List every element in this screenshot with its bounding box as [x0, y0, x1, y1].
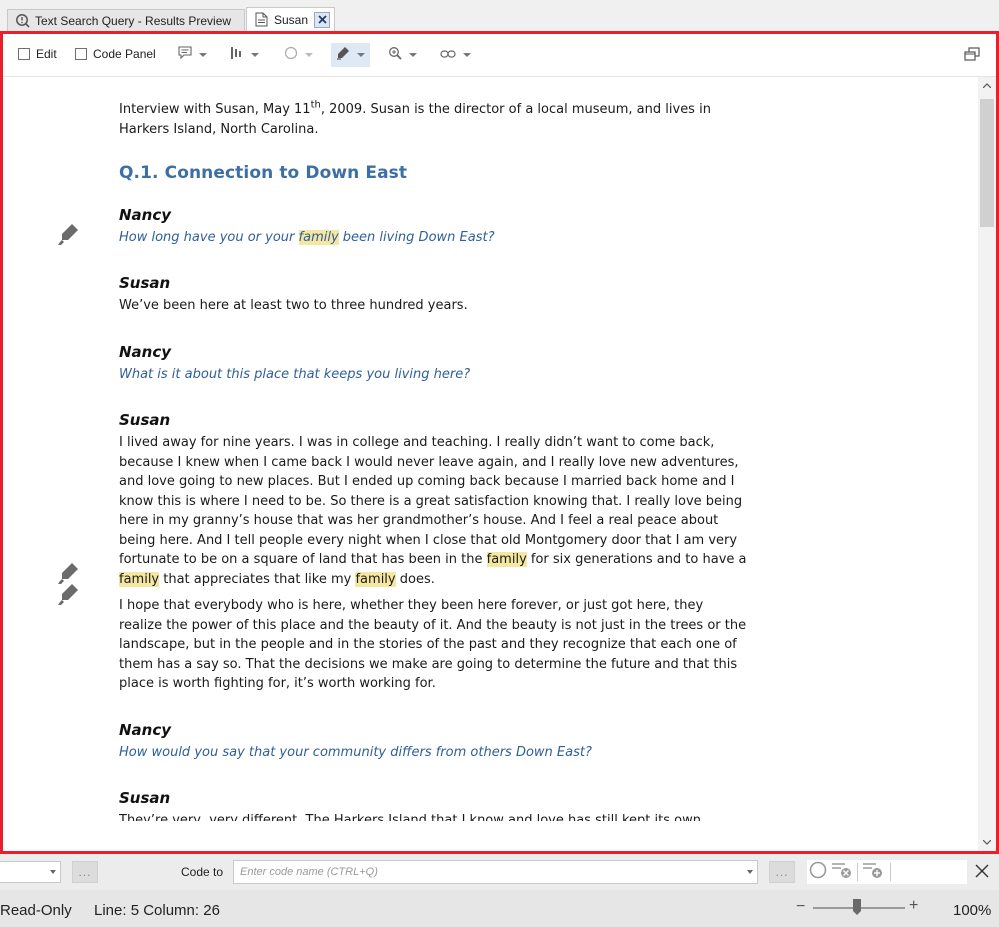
search-hit-highlight: family — [119, 571, 160, 587]
zoom-out-button[interactable]: − — [796, 898, 805, 916]
document-content: Interview with Susan, May 11th, 2009. Su… — [119, 100, 749, 821]
document-panel: Edit Code Panel Interview with Susan, Ma… — [0, 31, 999, 854]
highlight-icon — [336, 46, 350, 65]
interviewee-answer: They’re very, very different. The Harker… — [119, 813, 701, 821]
vertical-scrollbar[interactable] — [978, 77, 996, 851]
coding-marker-icon[interactable] — [57, 582, 81, 606]
zoom-slider-thumb[interactable] — [852, 898, 862, 920]
code-panel-checkbox[interactable]: Code Panel — [75, 47, 156, 61]
intro-superscript: th — [310, 99, 321, 111]
answer-text: does. — [395, 571, 435, 587]
edit-checkbox[interactable]: Edit — [18, 47, 57, 61]
interviewee-answer: I lived away for nine years. I was in co… — [119, 433, 749, 589]
coding-marker-icon[interactable] — [57, 222, 81, 246]
coding-bar: ... Code to Enter code name (CTRL+Q) ... — [0, 854, 999, 890]
tab-text-search-query[interactable]: Text Search Query - Results Preview — [7, 9, 245, 31]
speaker-name: Susan — [119, 274, 171, 292]
shape-button[interactable] — [279, 43, 318, 67]
chevron-down-icon — [50, 870, 56, 874]
annotations-button[interactable] — [173, 43, 212, 67]
interviewer-question: How long have you or your family been li… — [119, 228, 749, 248]
status-bar: Read-Only Line: 5 Column: 26 − + 100% — [0, 890, 999, 927]
answer-text: for six generations and to have a — [526, 552, 747, 567]
search-hit-highlight: family — [298, 229, 339, 245]
tab-label: Susan — [274, 12, 309, 27]
chevron-down-icon — [409, 53, 417, 57]
document-icon — [253, 12, 269, 28]
answer-text: that appreciates that like my — [159, 571, 356, 587]
chevron-down-icon — [747, 870, 753, 874]
document-view[interactable]: Interview with Susan, May 11th, 2009. Su… — [3, 77, 978, 851]
code-name-input[interactable]: Enter code name (CTRL+Q) — [233, 860, 758, 884]
speaker-name: Susan — [119, 411, 171, 429]
zoom-in-button[interactable]: + — [909, 897, 918, 915]
chevron-down-icon — [251, 53, 259, 57]
zoom-button[interactable] — [383, 43, 422, 67]
remove-code-icon[interactable] — [831, 860, 853, 885]
coding-stripes-icon — [230, 46, 244, 65]
chevron-down-icon — [305, 53, 313, 57]
zoom-level: 100% — [953, 902, 992, 919]
interviewee-answer: I hope that everybody who is here, wheth… — [119, 598, 747, 691]
uncode-icon[interactable] — [809, 860, 831, 885]
highlight-button[interactable] — [331, 43, 370, 67]
edit-checkbox-box[interactable] — [18, 48, 30, 60]
question-heading: Q.1. Connection to Down East — [119, 163, 408, 183]
tab-label: Text Search Query - Results Preview — [35, 13, 232, 28]
restore-window-button[interactable] — [964, 47, 980, 66]
code-to-label: Code to — [181, 865, 224, 879]
read-only-status: Read-Only — [0, 902, 72, 919]
restore-window-icon — [964, 47, 980, 65]
intro-paragraph: Interview with Susan, May 11th, 2009. Su… — [119, 100, 749, 139]
interviewer-question: What is it about this place that keeps y… — [119, 366, 471, 382]
answer-text: I lived away for nine years. I was in co… — [119, 435, 743, 567]
speaker-name: Nancy — [119, 342, 172, 361]
tab-strip: Text Search Query - Results Preview Susa… — [0, 0, 999, 31]
close-icon — [975, 864, 989, 882]
document-toolbar: Edit Code Panel — [3, 34, 996, 77]
speaker-name: Nancy — [119, 720, 172, 739]
coding-stripes-button[interactable] — [225, 43, 264, 67]
search-hit-highlight: family — [486, 552, 527, 567]
edit-label: Edit — [36, 47, 57, 61]
code-panel-label: Code Panel — [93, 47, 156, 61]
scroll-down-icon[interactable] — [978, 834, 996, 851]
interviewer-question: How would you say that your community di… — [119, 744, 592, 760]
divider — [890, 863, 891, 881]
interviewee-answer: We’ve been here at least two to three hu… — [119, 298, 468, 313]
annotations-icon — [178, 46, 192, 64]
divider — [857, 863, 858, 881]
browse-button[interactable]: ... — [72, 861, 98, 883]
browse-codes-button[interactable]: ... — [769, 861, 795, 883]
scrollbar-thumb[interactable] — [980, 99, 994, 227]
question-text: How long have you or your — [119, 229, 299, 245]
code-name-placeholder: Enter code name (CTRL+Q) — [240, 866, 378, 878]
search-hit-highlight: family — [355, 571, 396, 587]
close-icon[interactable] — [314, 11, 330, 28]
chevron-down-icon — [357, 53, 365, 57]
circle-icon — [284, 46, 298, 65]
link-icon — [440, 46, 456, 64]
intro-text: Interview with Susan, May 11 — [119, 102, 311, 117]
tab-susan[interactable]: Susan — [246, 7, 335, 31]
link-button[interactable] — [435, 43, 476, 67]
zoom-icon — [388, 46, 402, 65]
speaker-name: Nancy — [119, 205, 172, 224]
code-panel-checkbox-box[interactable] — [75, 48, 87, 60]
add-code-icon[interactable] — [862, 860, 884, 885]
code-in-dropdown[interactable] — [0, 861, 61, 883]
cursor-position: Line: 5 Column: 26 — [94, 902, 220, 919]
question-text: been living Down East? — [338, 229, 495, 245]
search-query-icon — [14, 13, 30, 29]
close-coding-bar-button[interactable] — [975, 864, 989, 883]
chevron-down-icon — [199, 53, 207, 57]
chevron-down-icon — [463, 53, 471, 57]
speaker-name: Susan — [119, 789, 171, 807]
scroll-up-icon[interactable] — [978, 77, 996, 94]
coding-actions — [807, 860, 967, 884]
